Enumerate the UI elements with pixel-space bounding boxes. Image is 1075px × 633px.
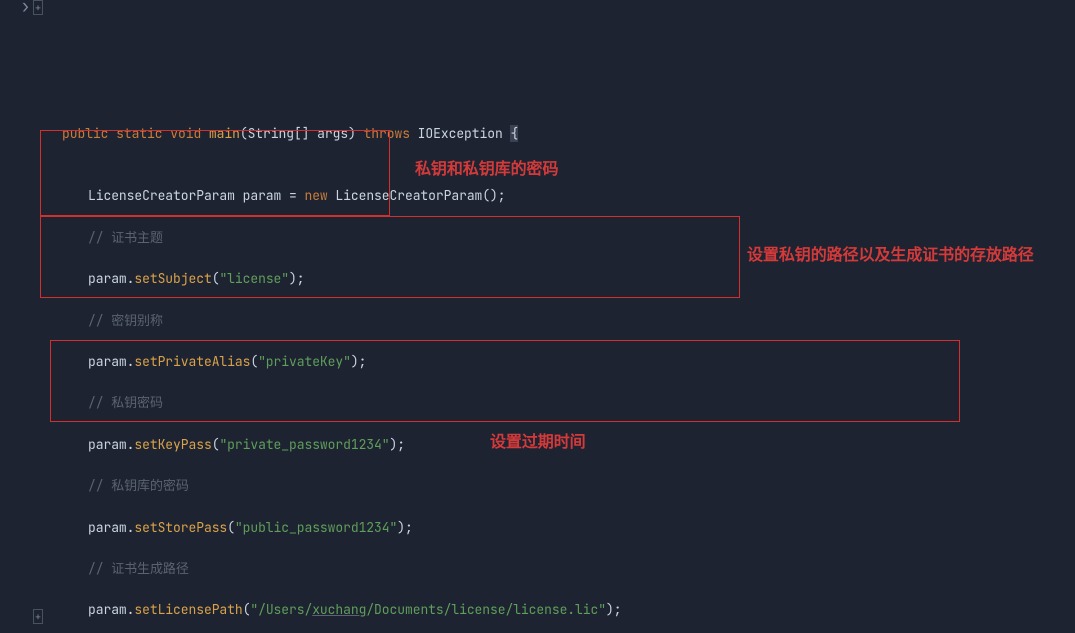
code-comment: // 密钥别称 [36, 311, 1075, 332]
code-editor[interactable]: › + public static void main(String[] arg… [0, 0, 1075, 633]
code-comment: // 证书生成路径 [36, 559, 1075, 580]
gutter-change-marker-icon: › [20, 4, 30, 14]
code-line: param.setKeyPass("private_password1234")… [36, 435, 1075, 456]
code-comment: // 私钥库的密码 [36, 476, 1075, 497]
annotation-label: 私钥和私钥库的密码 [415, 160, 558, 181]
fold-toggle-icon[interactable]: + [33, 609, 43, 624]
code-line: param.setLicensePath("/Users/xuchang/Doc… [36, 600, 1075, 621]
annotation-label: 设置私钥的路径以及生成证书的存放路径 [747, 246, 1034, 267]
code-line: param.setSubject("license"); [36, 269, 1075, 290]
code-line: public static void main(String[] args) t… [36, 124, 1075, 145]
code-comment: // 证书主题 [36, 228, 1075, 249]
code-comment: // 私钥密码 [36, 393, 1075, 414]
code-line: param.setPrivateAlias("privateKey"); [36, 352, 1075, 373]
code-line: LicenseCreatorParam param = new LicenseC… [36, 186, 1075, 207]
fold-toggle-icon[interactable]: + [33, 0, 43, 15]
code-line: param.setStorePass("public_password1234"… [36, 518, 1075, 539]
